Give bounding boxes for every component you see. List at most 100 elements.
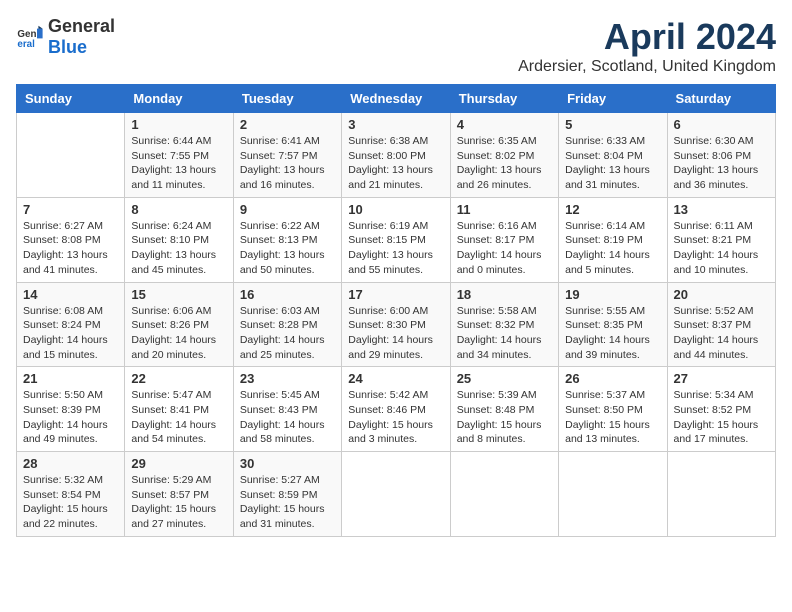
day-info: Sunrise: 5:52 AMSunset: 8:37 PMDaylight:… [674, 304, 769, 363]
header-wednesday: Wednesday [342, 85, 450, 113]
calendar-cell: 23 Sunrise: 5:45 AMSunset: 8:43 PMDayligh… [233, 367, 341, 452]
header-tuesday: Tuesday [233, 85, 341, 113]
header-friday: Friday [559, 85, 667, 113]
calendar-cell: 2 Sunrise: 6:41 AMSunset: 7:57 PMDaylight… [233, 113, 341, 198]
header-saturday: Saturday [667, 85, 775, 113]
day-info: Sunrise: 6:38 AMSunset: 8:00 PMDaylight:… [348, 134, 443, 193]
day-info: Sunrise: 6:35 AMSunset: 8:02 PMDaylight:… [457, 134, 552, 193]
day-number: 1 [131, 117, 226, 132]
day-number: 4 [457, 117, 552, 132]
day-info: Sunrise: 5:34 AMSunset: 8:52 PMDaylight:… [674, 388, 769, 447]
day-number: 12 [565, 202, 660, 217]
day-number: 23 [240, 371, 335, 386]
day-number: 6 [674, 117, 769, 132]
page-header: Gen eral General Blue April 2024 Ardersi… [16, 16, 776, 76]
calendar-cell: 13 Sunrise: 6:11 AMSunset: 8:21 PMDayligh… [667, 197, 775, 282]
calendar-cell: 8 Sunrise: 6:24 AMSunset: 8:10 PMDaylight… [125, 197, 233, 282]
logo-general-text: General [48, 16, 115, 36]
day-info: Sunrise: 5:55 AMSunset: 8:35 PMDaylight:… [565, 304, 660, 363]
calendar-cell [667, 452, 775, 537]
day-number: 2 [240, 117, 335, 132]
day-number: 5 [565, 117, 660, 132]
day-info: Sunrise: 6:06 AMSunset: 8:26 PMDaylight:… [131, 304, 226, 363]
header-sunday: Sunday [17, 85, 125, 113]
day-info: Sunrise: 6:27 AMSunset: 8:08 PMDaylight:… [23, 219, 118, 278]
day-info: Sunrise: 5:37 AMSunset: 8:50 PMDaylight:… [565, 388, 660, 447]
day-info: Sunrise: 6:16 AMSunset: 8:17 PMDaylight:… [457, 219, 552, 278]
day-info: Sunrise: 6:00 AMSunset: 8:30 PMDaylight:… [348, 304, 443, 363]
logo-icon: Gen eral [16, 23, 44, 51]
calendar-cell: 5 Sunrise: 6:33 AMSunset: 8:04 PMDaylight… [559, 113, 667, 198]
day-info: Sunrise: 5:42 AMSunset: 8:46 PMDaylight:… [348, 388, 443, 447]
day-info: Sunrise: 5:50 AMSunset: 8:39 PMDaylight:… [23, 388, 118, 447]
day-number: 25 [457, 371, 552, 386]
calendar-cell: 29 Sunrise: 5:29 AMSunset: 8:57 PMDayligh… [125, 452, 233, 537]
day-info: Sunrise: 5:32 AMSunset: 8:54 PMDaylight:… [23, 473, 118, 532]
day-info: Sunrise: 6:19 AMSunset: 8:15 PMDaylight:… [348, 219, 443, 278]
day-info: Sunrise: 6:14 AMSunset: 8:19 PMDaylight:… [565, 219, 660, 278]
day-info: Sunrise: 6:24 AMSunset: 8:10 PMDaylight:… [131, 219, 226, 278]
calendar-cell: 18 Sunrise: 5:58 AMSunset: 8:32 PMDayligh… [450, 282, 558, 367]
calendar-cell: 15 Sunrise: 6:06 AMSunset: 8:26 PMDayligh… [125, 282, 233, 367]
calendar-cell: 16Sunrise: 6:03 AMSunset: 8:28 PMDayligh… [233, 282, 341, 367]
calendar-cell: 6 Sunrise: 6:30 AMSunset: 8:06 PMDaylight… [667, 113, 775, 198]
day-number: 8 [131, 202, 226, 217]
location-title: Ardersier, Scotland, United Kingdom [518, 58, 776, 76]
header-thursday: Thursday [450, 85, 558, 113]
day-number: 10 [348, 202, 443, 217]
day-info: Sunrise: 5:45 AMSunset: 8:43 PMDaylight:… [240, 388, 335, 447]
svg-text:eral: eral [17, 39, 35, 50]
calendar-cell: 7 Sunrise: 6:27 AMSunset: 8:08 PMDaylight… [17, 197, 125, 282]
day-info: Sunrise: 6:11 AMSunset: 8:21 PMDaylight:… [674, 219, 769, 278]
day-info: Sunrise: 6:08 AMSunset: 8:24 PMDaylight:… [23, 304, 118, 363]
day-info: Sunrise: 6:33 AMSunset: 8:04 PMDaylight:… [565, 134, 660, 193]
calendar-cell: 3Sunrise: 6:38 AMSunset: 8:00 PMDaylight… [342, 113, 450, 198]
day-number: 14 [23, 287, 118, 302]
calendar-cell: 26 Sunrise: 5:37 AMSunset: 8:50 PMDayligh… [559, 367, 667, 452]
calendar-header-row: SundayMondayTuesdayWednesdayThursdayFrid… [17, 85, 776, 113]
day-info: Sunrise: 6:41 AMSunset: 7:57 PMDaylight:… [240, 134, 335, 193]
day-number: 22 [131, 371, 226, 386]
day-info: Sunrise: 5:27 AMSunset: 8:59 PMDaylight:… [240, 473, 335, 532]
header-monday: Monday [125, 85, 233, 113]
calendar-cell: 30 Sunrise: 5:27 AMSunset: 8:59 PMDayligh… [233, 452, 341, 537]
calendar-week-4: 21Sunrise: 5:50 AMSunset: 8:39 PMDayligh… [17, 367, 776, 452]
day-number: 20 [674, 287, 769, 302]
day-number: 29 [131, 456, 226, 471]
day-info: Sunrise: 6:30 AMSunset: 8:06 PMDaylight:… [674, 134, 769, 193]
calendar-cell: 25 Sunrise: 5:39 AMSunset: 8:48 PMDayligh… [450, 367, 558, 452]
calendar-cell: 28 Sunrise: 5:32 AMSunset: 8:54 PMDayligh… [17, 452, 125, 537]
calendar-cell: 12 Sunrise: 6:14 AMSunset: 8:19 PMDayligh… [559, 197, 667, 282]
calendar-cell: 1Sunrise: 6:44 AMSunset: 7:55 PMDaylight… [125, 113, 233, 198]
day-info: Sunrise: 6:22 AMSunset: 8:13 PMDaylight:… [240, 219, 335, 278]
month-title: April 2024 [518, 16, 776, 58]
day-number: 7 [23, 202, 118, 217]
calendar-cell: 22Sunrise: 5:47 AMSunset: 8:41 PMDayligh… [125, 367, 233, 452]
calendar-cell: 21Sunrise: 5:50 AMSunset: 8:39 PMDayligh… [17, 367, 125, 452]
logo-blue-text: Blue [48, 37, 87, 57]
calendar-week-2: 7 Sunrise: 6:27 AMSunset: 8:08 PMDaylight… [17, 197, 776, 282]
calendar-cell: 24 Sunrise: 5:42 AMSunset: 8:46 PMDayligh… [342, 367, 450, 452]
calendar-cell: 20 Sunrise: 5:52 AMSunset: 8:37 PMDayligh… [667, 282, 775, 367]
calendar-cell: 19Sunrise: 5:55 AMSunset: 8:35 PMDayligh… [559, 282, 667, 367]
day-info: Sunrise: 5:58 AMSunset: 8:32 PMDaylight:… [457, 304, 552, 363]
calendar-week-3: 14 Sunrise: 6:08 AMSunset: 8:24 PMDayligh… [17, 282, 776, 367]
day-number: 27 [674, 371, 769, 386]
calendar-cell [559, 452, 667, 537]
day-number: 26 [565, 371, 660, 386]
day-number: 30 [240, 456, 335, 471]
calendar-cell: 10 Sunrise: 6:19 AMSunset: 8:15 PMDayligh… [342, 197, 450, 282]
day-info: Sunrise: 6:03 AMSunset: 8:28 PMDaylight:… [240, 304, 335, 363]
day-info: Sunrise: 5:29 AMSunset: 8:57 PMDaylight:… [131, 473, 226, 532]
day-number: 18 [457, 287, 552, 302]
day-info: Sunrise: 5:39 AMSunset: 8:48 PMDaylight:… [457, 388, 552, 447]
day-number: 13 [674, 202, 769, 217]
calendar-table: SundayMondayTuesdayWednesdayThursdayFrid… [16, 84, 776, 537]
day-number: 15 [131, 287, 226, 302]
day-number: 28 [23, 456, 118, 471]
logo: Gen eral General Blue [16, 16, 115, 58]
calendar-cell: 9Sunrise: 6:22 AMSunset: 8:13 PMDaylight… [233, 197, 341, 282]
day-number: 24 [348, 371, 443, 386]
calendar-cell: 14 Sunrise: 6:08 AMSunset: 8:24 PMDayligh… [17, 282, 125, 367]
calendar-cell [342, 452, 450, 537]
